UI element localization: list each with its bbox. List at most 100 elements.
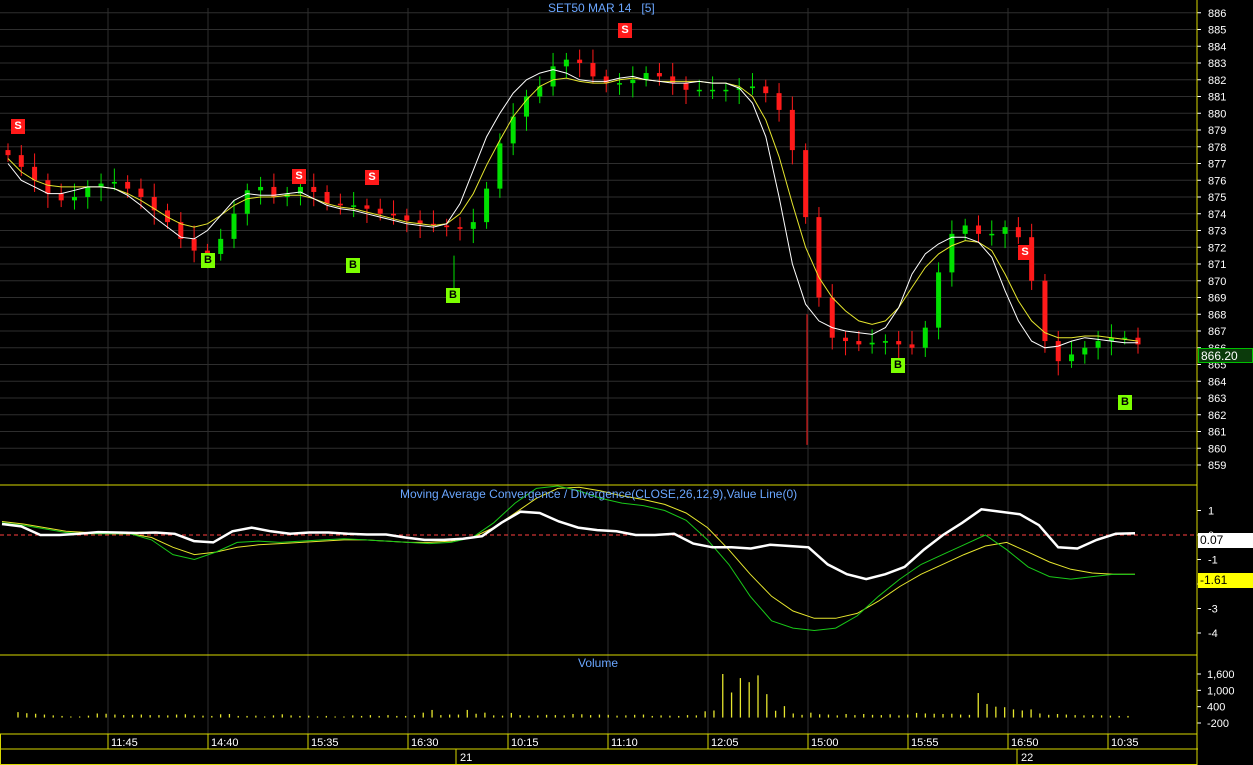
price-tick-label: 877: [1208, 159, 1226, 171]
candle-body: [829, 297, 835, 338]
candle-body: [1015, 227, 1021, 238]
candle-body: [1055, 341, 1061, 362]
sell-signal-badge[interactable]: S: [618, 23, 632, 38]
candle-body: [656, 73, 662, 77]
price-tick-label: 870: [1208, 276, 1226, 288]
price-tick-label: 886: [1208, 8, 1226, 20]
candle-body: [962, 225, 968, 234]
time-axis: 11:45 14:40 15:35 16:30 10:15 11:10 12:05 15:00…: [0, 734, 1198, 765]
candle-body: [922, 327, 928, 348]
sell-signal-badge[interactable]: S: [292, 169, 306, 184]
candle-body: [324, 191, 330, 204]
candle-body: [111, 181, 117, 184]
candle-body: [45, 180, 51, 194]
macd-tick-label: -3: [1208, 604, 1218, 616]
candle-body: [1042, 280, 1048, 342]
buy-signal-badge[interactable]: B: [891, 358, 905, 373]
pane-borders: [0, 0, 1198, 765]
candle-body: [630, 79, 636, 84]
price-tick-label: 881: [1208, 92, 1226, 104]
price-tick-label: 871: [1208, 259, 1226, 271]
sell-signal-badge[interactable]: S: [365, 170, 379, 185]
price-tick-label: 875: [1208, 192, 1226, 204]
price-grid: [0, 8, 1197, 734]
candle-body: [457, 227, 463, 229]
price-tick-label: 859: [1208, 460, 1226, 472]
date-tick-label: 22: [1021, 752, 1033, 764]
volume-title: Volume: [578, 656, 618, 670]
candle-body: [470, 222, 476, 229]
price-tick-label: 872: [1208, 242, 1226, 254]
candle-body: [444, 225, 450, 228]
buy-signal-letter: B: [204, 254, 212, 266]
candle-body: [776, 93, 782, 110]
buy-signal-badge[interactable]: B: [446, 288, 460, 303]
price-tick-label: 878: [1208, 142, 1226, 154]
candle-body: [364, 205, 370, 209]
macd-value: 0.07: [1200, 533, 1224, 547]
buy-signal-badge[interactable]: B: [346, 258, 360, 273]
candle-body: [1082, 347, 1088, 355]
candle-body: [949, 233, 955, 273]
candle-body: [789, 109, 795, 151]
macd-title-text: Moving Average Convergence / Divergence(…: [400, 487, 798, 501]
candle-body: [869, 342, 875, 345]
price-tick-label: 860: [1208, 443, 1226, 455]
price-axis: 8598608618628638648658668678688698708718…: [1197, 8, 1226, 472]
ma-slow-line: [7, 77, 1139, 342]
candle-body: [643, 73, 649, 80]
volume-tick-label: 400: [1207, 702, 1225, 714]
candle-body: [816, 217, 822, 298]
candle-body: [882, 341, 888, 343]
price-tick-label: 868: [1208, 309, 1226, 321]
candle-body: [1069, 354, 1075, 362]
candle-body: [497, 143, 503, 189]
candle-body: [577, 59, 583, 63]
candle-body: [803, 150, 809, 218]
symbol-label: SET50 MAR 14: [548, 1, 632, 15]
candle-body: [989, 233, 995, 236]
candle-body: [683, 83, 689, 90]
price-tick-label: 885: [1208, 25, 1226, 37]
candle-body: [763, 86, 769, 94]
candle-body: [710, 89, 716, 92]
candle-body: [18, 155, 24, 167]
buy-signal-letter: B: [1121, 396, 1129, 408]
price-tick-label: 879: [1208, 125, 1226, 137]
candle-body: [696, 89, 702, 92]
candle-body: [563, 59, 569, 67]
time-tick-label: 11:45: [111, 737, 138, 749]
macd-pane: 10-1-2-3-4: [0, 485, 1218, 640]
sell-signal-letter: S: [295, 170, 303, 182]
volume-tick-label: 1,000: [1207, 685, 1235, 697]
price-tick-label: 867: [1208, 326, 1226, 338]
buy-signal-badge[interactable]: B: [201, 253, 215, 268]
candle-body: [843, 337, 849, 342]
candle-body: [58, 193, 64, 201]
time-tick-label: 16:50: [1011, 737, 1039, 749]
time-tick-label: 16:30: [411, 737, 439, 749]
candle-body: [909, 344, 915, 348]
volume-tick-label: 1,600: [1207, 669, 1235, 681]
date-tick-label: 21: [460, 752, 472, 764]
candle-body: [231, 213, 237, 239]
moving-average-lines: [7, 69, 1139, 349]
trading-chart: 8598608618628638648658668678688698708718…: [0, 0, 1235, 765]
macd-title: Moving Average Convergence / Divergence(…: [400, 487, 797, 501]
buy-signal-badge[interactable]: B: [1118, 395, 1132, 410]
candle-body: [975, 225, 981, 234]
candle-body: [5, 150, 11, 156]
candle-body: [856, 341, 862, 345]
candle-body: [138, 188, 144, 197]
price-tick-label: 874: [1208, 209, 1226, 221]
time-tick-label: 10:35: [1111, 737, 1139, 749]
sell-signal-badge[interactable]: S: [11, 119, 25, 134]
time-tick-label: 10:15: [511, 737, 539, 749]
candle-body: [351, 205, 357, 207]
time-tick-label: 15:00: [811, 737, 839, 749]
sell-signal-badge[interactable]: S: [1018, 245, 1032, 260]
time-tick-label: 14:40: [211, 737, 239, 749]
candle-body: [337, 203, 343, 206]
price-tick-label: 884: [1208, 41, 1226, 53]
macd-tick-label: -1: [1208, 555, 1218, 567]
